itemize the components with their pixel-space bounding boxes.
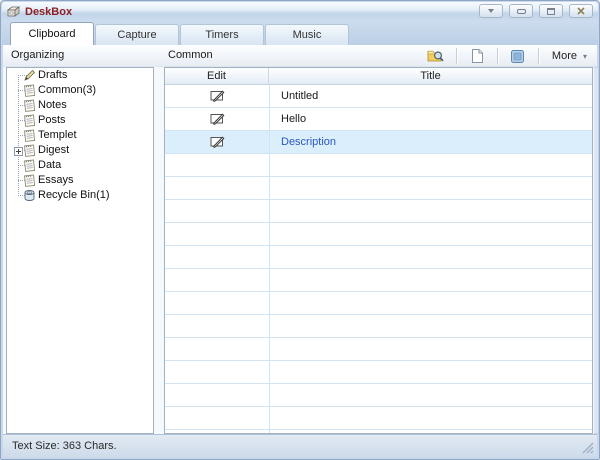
sidebar-item-digest[interactable]: Digest — [7, 143, 153, 158]
chevron-down-icon — [487, 8, 495, 14]
rollup-button[interactable] — [479, 4, 503, 18]
list-row-3[interactable]: Description — [165, 131, 592, 154]
more-label: More — [552, 50, 577, 62]
sidebar-item-essays[interactable]: Essays — [7, 173, 153, 188]
sidebar-item-label: Recycle Bin(1) — [38, 189, 110, 201]
minimize-icon — [517, 9, 526, 14]
pen-icon — [23, 69, 36, 82]
recycle-bin-icon — [23, 189, 36, 202]
list-panel: Edit Title UntitledHelloDescription — [164, 67, 593, 434]
sidebar-item-posts[interactable]: Posts — [7, 113, 153, 128]
deskbox-icon — [7, 5, 21, 18]
window-controls — [479, 4, 593, 18]
main-header: Common — [168, 49, 213, 61]
vertical-scrollbar[interactable] — [594, 67, 599, 434]
close-icon — [577, 7, 585, 15]
new-document-icon — [471, 49, 483, 63]
sidebar-item-drafts[interactable]: Drafts — [7, 68, 153, 83]
tab-timers[interactable]: Timers — [180, 24, 264, 45]
status-bar: Text Size: 363 Chars. — [3, 434, 597, 457]
minimize-button[interactable] — [509, 4, 533, 18]
maximize-button[interactable] — [539, 4, 563, 18]
column-header-edit[interactable]: Edit — [165, 68, 269, 85]
sidebar-item-common-3[interactable]: Common(3) — [7, 83, 153, 98]
tab-bar: ClipboardCaptureTimersMusic — [2, 21, 598, 45]
sidebar-header: Organizing — [11, 49, 64, 61]
sidebar-item-label: Data — [38, 159, 61, 171]
title-cell: Description — [269, 131, 592, 153]
close-button[interactable] — [569, 4, 593, 18]
maximize-icon — [547, 8, 555, 15]
column-divider — [269, 85, 270, 433]
toolbar-icons — [419, 46, 535, 66]
sidebar-item-label: Essays — [38, 174, 73, 186]
notepad-icon — [23, 99, 36, 112]
title-cell: Untitled — [269, 85, 592, 107]
window-title: DeskBox — [25, 6, 72, 18]
status-text: Text Size: 363 Chars. — [12, 440, 117, 452]
chevron-down-icon: ▾ — [583, 52, 587, 61]
toolbar-separator — [497, 48, 498, 64]
toolbar-separator — [456, 48, 457, 64]
toolbar-separator — [538, 48, 539, 64]
edit-icon — [210, 113, 225, 125]
header-row: Organizing Common More ▾ — [3, 45, 597, 67]
notepad-icon — [23, 129, 36, 142]
sidebar-item-data[interactable]: Data — [7, 158, 153, 173]
expand-toggle[interactable] — [14, 146, 23, 155]
more-button[interactable]: More ▾ — [542, 46, 593, 66]
app-window-button[interactable] — [501, 46, 535, 66]
edit-icon — [210, 136, 225, 148]
new-document-button[interactable] — [460, 46, 494, 66]
tab-clipboard[interactable]: Clipboard — [10, 22, 94, 45]
notepad-icon — [23, 114, 36, 127]
sidebar-item-label: Templet — [38, 129, 77, 141]
notepad-icon — [23, 144, 36, 157]
sidebar-item-notes[interactable]: Notes — [7, 98, 153, 113]
sidebar-item-templet[interactable]: Templet — [7, 128, 153, 143]
tab-music[interactable]: Music — [265, 24, 349, 45]
content-area: Organizing Common More ▾ Drafts Common(3)… — [3, 45, 597, 435]
toolbar: More ▾ — [419, 46, 593, 66]
edit-icon — [210, 90, 225, 102]
notepad-icon — [23, 159, 36, 172]
sidebar-item-label: Notes — [38, 99, 67, 111]
notepad-icon — [23, 174, 36, 187]
sidebar-item-recycle-bin-1[interactable]: Recycle Bin(1) — [7, 188, 153, 203]
title-cell: Hello — [269, 108, 592, 130]
column-headers: Edit Title — [165, 68, 592, 85]
list-row-2[interactable]: Hello — [165, 108, 592, 131]
edit-cell[interactable] — [165, 108, 269, 130]
rows-area: UntitledHelloDescription — [165, 85, 592, 433]
app-window: DeskBox ClipboardCaptureTimersMusic Orga… — [0, 0, 600, 460]
resize-grip[interactable] — [581, 441, 594, 454]
sidebar-item-label: Posts — [38, 114, 66, 126]
tab-capture[interactable]: Capture — [95, 24, 179, 45]
sidebar-item-label: Digest — [38, 144, 69, 156]
sidebar-panel: Drafts Common(3) Notes Posts Templet Digest Da… — [6, 67, 154, 434]
sidebar-item-label: Common(3) — [38, 84, 96, 96]
column-header-title[interactable]: Title — [269, 68, 592, 85]
search-folder-button[interactable] — [419, 46, 453, 66]
search-folder-icon — [427, 49, 444, 63]
app-window-icon — [511, 50, 524, 63]
edit-cell[interactable] — [165, 85, 269, 107]
sidebar-tree: Drafts Common(3) Notes Posts Templet Digest Da… — [7, 68, 153, 433]
title-bar[interactable]: DeskBox — [2, 2, 598, 21]
edit-cell[interactable] — [165, 131, 269, 153]
notepad-icon — [23, 84, 36, 97]
list-row-1[interactable]: Untitled — [165, 85, 592, 108]
sidebar-item-label: Drafts — [38, 69, 67, 81]
